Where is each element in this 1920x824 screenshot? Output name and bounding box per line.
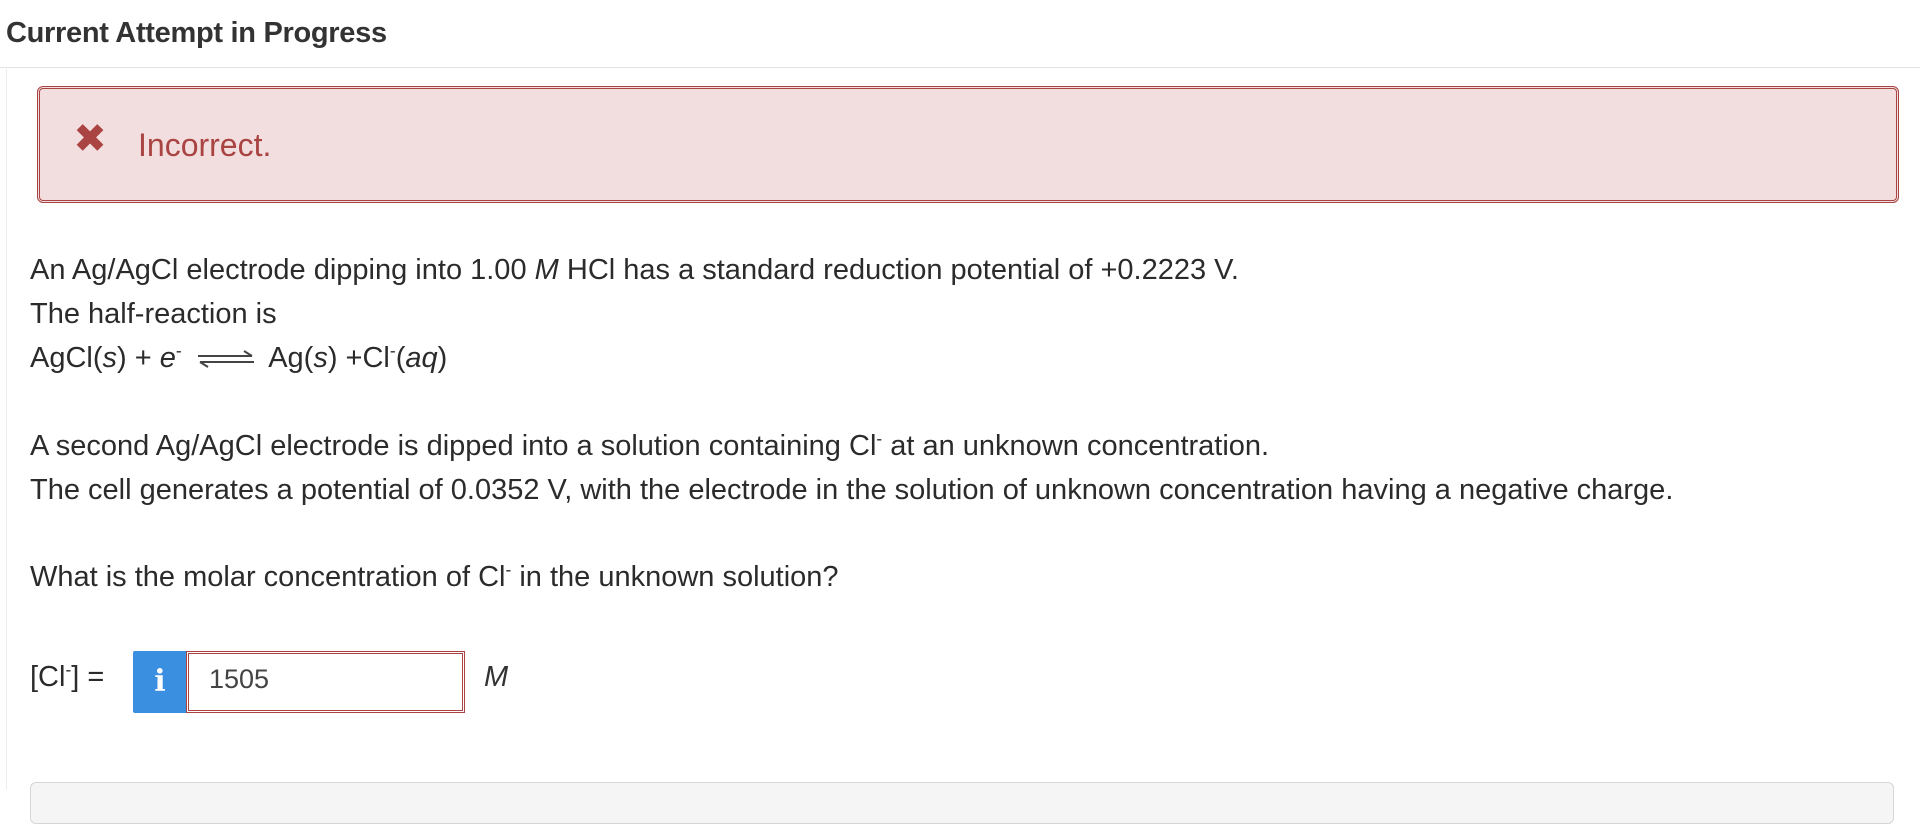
half-reaction: AgCl(s) + e- Ag(s) +Cl-(aq) — [30, 342, 447, 375]
close-x-icon: ✖ — [72, 121, 108, 157]
answer-label: [Cl-] = — [30, 661, 104, 694]
answer-input[interactable]: 1505 — [186, 651, 465, 713]
next-section-box — [30, 782, 1894, 824]
page-header: Current Attempt in Progress — [0, 0, 1920, 68]
question-line-2: The half-reaction is — [30, 298, 277, 331]
feedback-banner: ✖ Incorrect. — [37, 86, 1899, 203]
feedback-status: Incorrect. — [138, 127, 271, 164]
question-prompt: What is the molar concentration of Cl- i… — [30, 561, 839, 594]
equilibrium-arrow-icon — [196, 349, 256, 369]
page-title: Current Attempt in Progress — [6, 17, 387, 50]
answer-unit: M — [484, 661, 508, 694]
question-para2-line-1: A second Ag/AgCl electrode is dipped int… — [30, 430, 1269, 463]
question-line-1: An Ag/AgCl electrode dipping into 1.00 M… — [30, 254, 1239, 287]
question-para2-line-2: The cell generates a potential of 0.0352… — [30, 474, 1673, 507]
info-icon[interactable]: i — [133, 651, 187, 713]
